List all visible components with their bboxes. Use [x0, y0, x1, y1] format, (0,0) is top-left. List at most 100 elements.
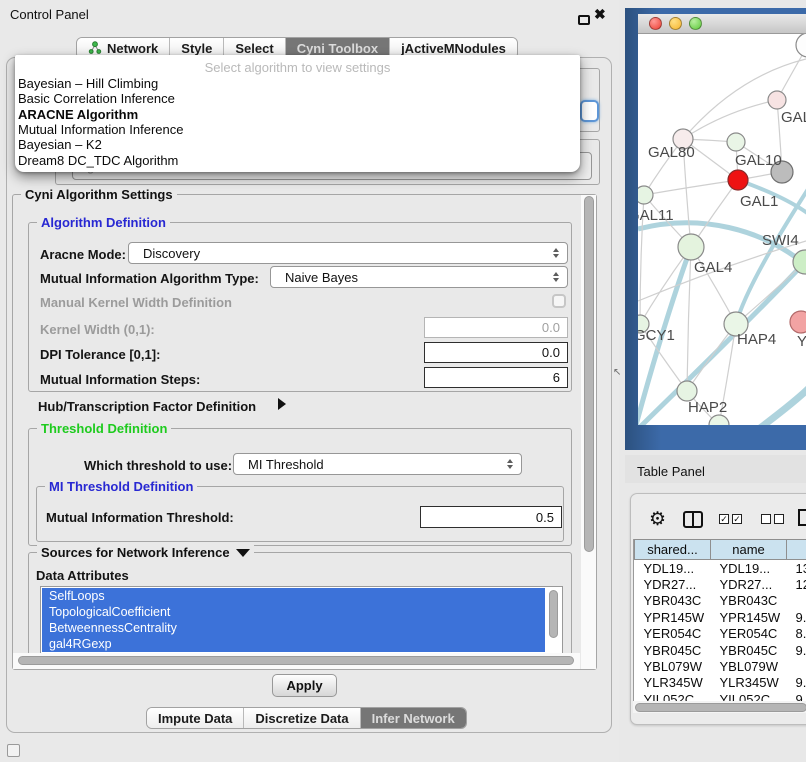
- dropdown-prompt: Select algorithm to view settings: [15, 60, 580, 75]
- dropdown-item[interactable]: Basic Correlation Inference: [18, 92, 175, 105]
- tab-infer-network[interactable]: Infer Network: [361, 708, 466, 728]
- table-scroll-area: shared... name YDL19...YDL19...13 YDR27.…: [633, 539, 806, 701]
- tab-discretize-data[interactable]: Discretize Data: [244, 708, 360, 728]
- node-label: GAL11: [638, 207, 674, 224]
- list-item[interactable]: SelfLoops: [42, 588, 545, 604]
- network-canvas[interactable]: GAL7 GAL80 GAL10 GAL1 GAL11 SWI4 GAL4 HA…: [638, 34, 806, 425]
- data-attributes-list[interactable]: SelfLoops TopologicalCoefficient Between…: [40, 586, 563, 653]
- aracne-mode-value: Discovery: [129, 246, 200, 261]
- table-row[interactable]: YBR045CYBR045C9.: [635, 642, 806, 658]
- which-threshold-label: Which threshold to use:: [84, 458, 232, 473]
- algorithm-dropdown-list: Select algorithm to view settings Bayesi…: [15, 55, 580, 172]
- dropdown-item[interactable]: Bayesian – Hill Climbing: [18, 77, 158, 90]
- kernel-width-value: 0.0: [542, 320, 560, 335]
- gear-icon[interactable]: ⚙: [649, 508, 666, 531]
- tab-infer-network-label: Infer Network: [372, 711, 455, 726]
- kernel-width-field[interactable]: 0.0: [424, 317, 568, 338]
- collapsed-panel-icon[interactable]: [7, 744, 20, 757]
- mi-threshold-value: 0.5: [536, 510, 554, 525]
- column-header[interactable]: shared...: [635, 540, 711, 560]
- mi-algorithm-type-value: Naive Bayes: [271, 270, 358, 285]
- zoom-traffic-light[interactable]: [689, 17, 702, 30]
- mi-steps-field[interactable]: 6: [424, 367, 568, 388]
- combo-arrows-icon: [553, 243, 559, 263]
- dropdown-item-selected[interactable]: ARACNE Algorithm: [18, 108, 138, 121]
- algorithm-definition-title: Algorithm Definition: [37, 215, 170, 230]
- mi-threshold-field[interactable]: 0.5: [420, 506, 562, 528]
- dropdown-item[interactable]: Bayesian – K2: [18, 138, 102, 151]
- node-label: GAL7: [781, 109, 806, 126]
- table-row[interactable]: YPR145WYPR145W9.: [635, 609, 806, 625]
- table-row[interactable]: YDL19...YDL19...13: [635, 560, 806, 577]
- focused-combo-fragment[interactable]: [580, 100, 599, 122]
- node-label: GAL1: [740, 193, 778, 210]
- aracne-mode-label: Aracne Mode:: [40, 247, 126, 262]
- list-item[interactable]: BetweennessCentrality: [42, 620, 545, 636]
- checked-checkbox-icon[interactable]: ✓: [719, 514, 729, 524]
- dropdown-item[interactable]: Mutual Information Inference: [18, 123, 183, 136]
- tab-jactivemnodules-label: jActiveMNodules: [401, 41, 506, 56]
- tab-select-label: Select: [235, 41, 273, 56]
- checked-checkbox-icon[interactable]: ✓: [732, 514, 742, 524]
- combo-arrows-icon: [507, 454, 513, 474]
- mi-threshold-definition-title: MI Threshold Definition: [45, 479, 197, 494]
- node-label: GAL4: [694, 259, 732, 276]
- bottom-tabs: Impute Data Discretize Data Infer Networ…: [146, 707, 467, 729]
- dpi-tolerance-field[interactable]: 0.0: [424, 342, 568, 363]
- mi-algorithm-type-label: Mutual Information Algorithm Type:: [40, 271, 259, 286]
- dropdown-item[interactable]: Dream8 DC_TDC Algorithm: [18, 154, 178, 167]
- table-hscroll-thumb[interactable]: [635, 703, 806, 712]
- table-file-icon[interactable]: [798, 509, 806, 526]
- close-traffic-light[interactable]: [649, 17, 662, 30]
- table-row[interactable]: YER054CYER054C8.: [635, 626, 806, 642]
- unchecked-checkbox-icon[interactable]: [774, 514, 784, 524]
- node-label: HAP4: [737, 331, 776, 348]
- mi-algorithm-type-select[interactable]: Naive Bayes: [270, 266, 568, 288]
- manual-kernel-width-label: Manual Kernel Width Definition: [40, 295, 232, 310]
- dpi-tolerance-value: 0.0: [542, 345, 560, 360]
- network-view-window: GAL7 GAL80 GAL10 GAL1 GAL11 SWI4 GAL4 HA…: [625, 8, 806, 450]
- node-label: Y: [797, 333, 806, 350]
- mi-steps-label: Mutual Information Steps:: [40, 372, 200, 387]
- table-row[interactable]: YBL079WYBL079W: [635, 658, 806, 674]
- close-icon[interactable]: ✖: [594, 6, 606, 23]
- tab-network-label: Network: [107, 41, 158, 56]
- table-panel-title: Table Panel: [637, 464, 705, 479]
- collapse-down-icon[interactable]: [236, 549, 250, 557]
- tab-discretize-data-label: Discretize Data: [255, 711, 348, 726]
- list-item[interactable]: TopologicalCoefficient: [42, 604, 545, 620]
- settings-vscroll-thumb[interactable]: [584, 196, 594, 552]
- apply-button[interactable]: Apply: [272, 674, 337, 697]
- table-row[interactable]: YLR345WYLR345W9.: [635, 675, 806, 691]
- window-title: Control Panel: [10, 7, 89, 22]
- aracne-mode-select[interactable]: Discovery: [128, 242, 568, 264]
- node-table: shared... name YDL19...YDL19...13 YDR27.…: [634, 539, 806, 701]
- settings-hscroll-thumb[interactable]: [18, 656, 574, 665]
- sources-title: Sources for Network Inference: [37, 545, 254, 560]
- kernel-width-label: Kernel Width (0,1):: [40, 322, 155, 337]
- which-threshold-select[interactable]: MI Threshold: [233, 453, 522, 475]
- column-header[interactable]: [787, 540, 806, 560]
- float-window-icon[interactable]: [578, 15, 590, 25]
- minimize-traffic-light[interactable]: [669, 17, 682, 30]
- tab-impute-data[interactable]: Impute Data: [147, 708, 244, 728]
- table-row[interactable]: YIL052CYIL052C9.: [635, 691, 806, 701]
- hub-section-label: Hub/Transcription Factor Definition: [38, 399, 256, 414]
- table-row[interactable]: YBR043CYBR043C: [635, 593, 806, 609]
- mi-steps-value: 6: [553, 370, 560, 385]
- list-item[interactable]: gal4RGexp: [42, 636, 545, 652]
- network-window-titlebar[interactable]: [638, 14, 806, 34]
- unchecked-checkbox-icon[interactable]: [761, 514, 771, 524]
- threshold-definition-title: Threshold Definition: [37, 421, 171, 436]
- mouse-cursor: ↖: [613, 367, 621, 378]
- column-layout-icon[interactable]: [683, 511, 703, 528]
- list-scrollbar[interactable]: [549, 590, 558, 638]
- dpi-tolerance-label: DPI Tolerance [0,1]:: [40, 347, 160, 362]
- table-row[interactable]: YDR27...YDR27...12: [635, 576, 806, 592]
- network-graph: [638, 34, 806, 425]
- manual-kernel-width-checkbox[interactable]: [552, 294, 566, 308]
- table-panel: ⚙ ✓ ✓ shared... name YDL19...YDL19...13 …: [630, 493, 806, 725]
- column-header[interactable]: name: [711, 540, 787, 560]
- tab-style-label: Style: [181, 41, 212, 56]
- expand-right-icon[interactable]: [278, 398, 286, 410]
